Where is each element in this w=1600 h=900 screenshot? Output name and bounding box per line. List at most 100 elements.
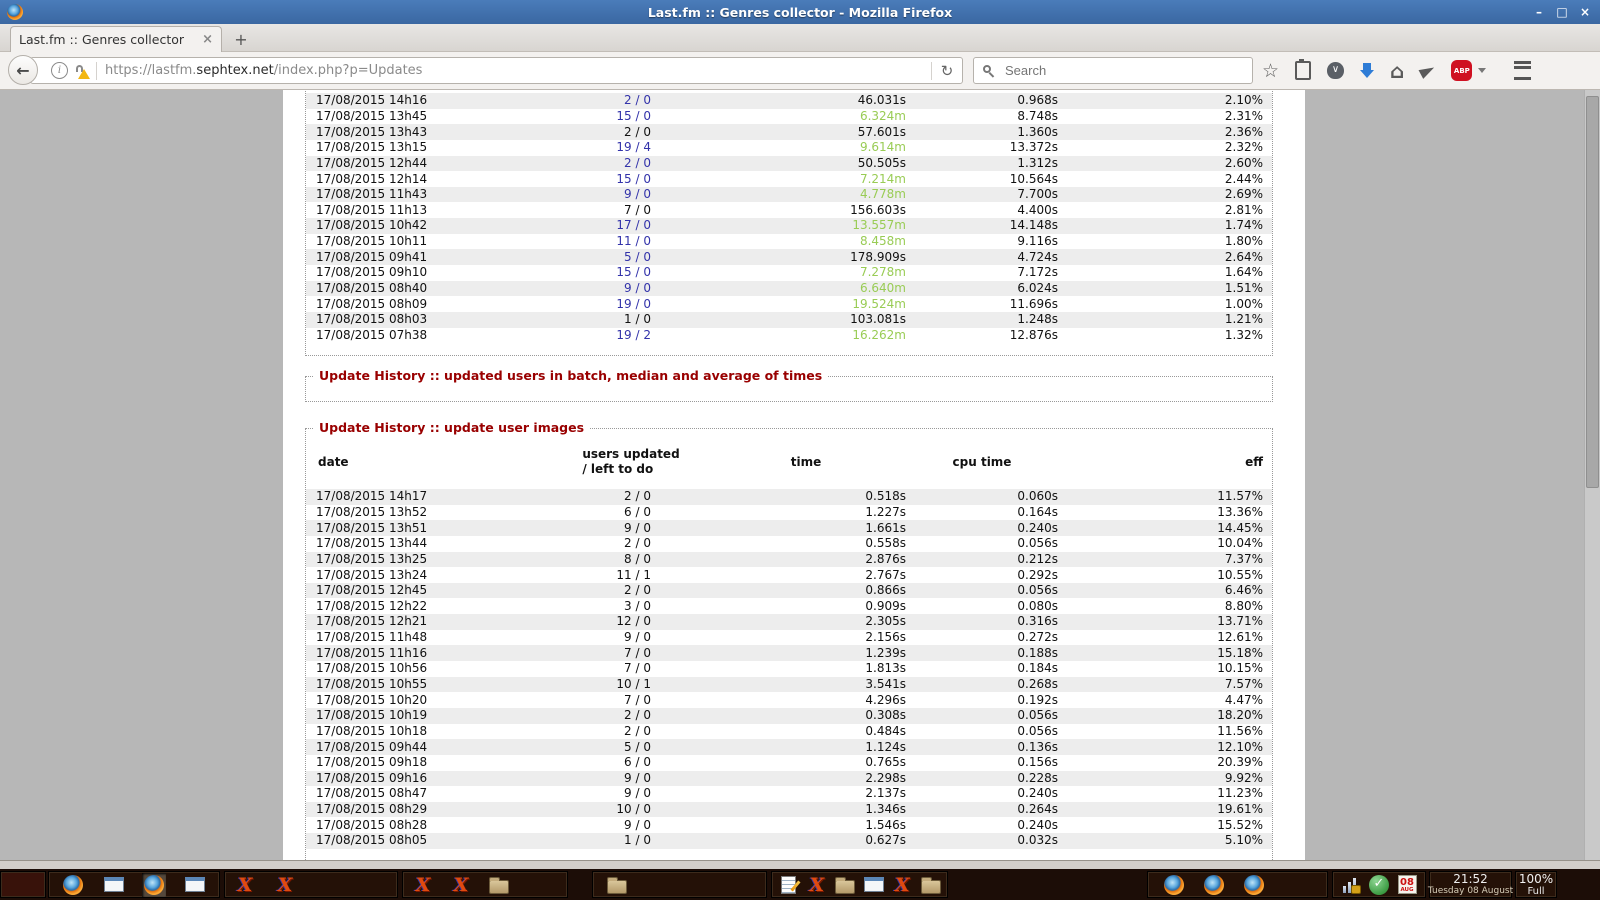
- battery-status: Full: [1527, 886, 1544, 897]
- scrollbar-thumb[interactable]: [1586, 96, 1599, 488]
- cell-cpu: 0.268s: [906, 677, 1058, 693]
- cell-users[interactable]: 19 / 4: [556, 140, 706, 156]
- back-arrow-icon: [16, 61, 29, 80]
- cell-users: 9 / 0: [556, 817, 706, 833]
- bookmark-star-icon[interactable]: [1262, 60, 1279, 82]
- cell-users: 9 / 0: [556, 786, 706, 802]
- cell-users[interactable]: 2 / 0: [556, 156, 706, 172]
- cell-users: 5 / 0: [556, 739, 706, 755]
- cell-users[interactable]: 11 / 0: [556, 234, 706, 250]
- firefox-icon[interactable]: [1202, 873, 1226, 897]
- xterm-icon[interactable]: [233, 873, 257, 897]
- window-icon[interactable]: [183, 873, 207, 897]
- info-icon[interactable]: i: [51, 62, 68, 79]
- cell-cpu: 0.056s: [906, 724, 1058, 740]
- messenger-icon[interactable]: [1367, 873, 1391, 897]
- cell-users[interactable]: 9 / 0: [556, 281, 706, 297]
- window-titlebar[interactable]: Last.fm :: Genres collector - Mozilla Fi…: [0, 0, 1600, 24]
- cell-users[interactable]: 15 / 0: [556, 109, 706, 125]
- close-button[interactable]: ×: [1578, 5, 1592, 19]
- clock-time: 21:52: [1453, 873, 1488, 886]
- cell-users[interactable]: 15 / 0: [556, 265, 706, 281]
- send-tab-icon[interactable]: [1419, 63, 1437, 79]
- cell-users[interactable]: 15 / 0: [556, 171, 706, 187]
- table-row: 17/08/2015 08h0919 / 019.524m11.696s1.00…: [306, 296, 1272, 312]
- cell-users[interactable]: 19 / 2: [556, 328, 706, 344]
- window-icon[interactable]: [862, 873, 886, 897]
- taskbar-group-clock[interactable]: 21:52Tuesday 08 August: [1429, 871, 1512, 898]
- cell-cpu: 0.192s: [906, 692, 1058, 708]
- cell-date: 17/08/2015 09h41: [306, 249, 556, 265]
- home-icon[interactable]: [1390, 59, 1404, 83]
- back-button[interactable]: [8, 55, 38, 85]
- minimize-button[interactable]: –: [1532, 5, 1546, 19]
- table-row: 17/08/2015 08h479 / 02.137s0.240s11.23%: [306, 786, 1272, 802]
- new-tab-button[interactable]: +: [228, 30, 254, 50]
- url-bar[interactable]: i https://lastfm.sephtex.net/index.php?p…: [30, 57, 963, 84]
- search-bar[interactable]: [973, 57, 1253, 84]
- taskbar-group-pager[interactable]: [0, 871, 46, 898]
- adblock-plus-icon[interactable]: ABP: [1451, 60, 1472, 81]
- cell-eff: 14.45%: [1058, 520, 1272, 536]
- url-text[interactable]: https://lastfm.sephtex.net/index.php?p=U…: [105, 63, 931, 78]
- table-row: 17/08/2015 09h169 / 02.298s0.228s9.92%: [306, 771, 1272, 787]
- cell-users[interactable]: 9 / 0: [556, 187, 706, 203]
- cell-users[interactable]: 17 / 0: [556, 218, 706, 234]
- pocket-icon[interactable]: [1327, 62, 1344, 79]
- cell-eff: 15.52%: [1058, 817, 1272, 833]
- search-input[interactable]: [1003, 62, 1227, 79]
- vertical-scrollbar[interactable]: [1584, 90, 1600, 860]
- cell-cpu: 0.968s: [906, 93, 1058, 109]
- firefox-icon[interactable]: [142, 873, 166, 897]
- firefox-icon-glyph: [1164, 875, 1184, 895]
- firefox-icon-glyph: [1244, 875, 1264, 895]
- cell-date: 17/08/2015 13h45: [306, 109, 556, 125]
- firefox-icon[interactable]: [1242, 873, 1266, 897]
- cell-date: 17/08/2015 12h44: [306, 156, 556, 172]
- xterm-icon[interactable]: [449, 873, 473, 897]
- cell-time: 0.308s: [706, 708, 906, 724]
- xterm-icon[interactable]: [273, 873, 297, 897]
- folder-icon[interactable]: [833, 873, 857, 897]
- cell-time: 0.484s: [706, 724, 906, 740]
- hamburger-menu-icon[interactable]: [1514, 61, 1531, 80]
- cell-users[interactable]: 5 / 0: [556, 249, 706, 265]
- xterm-icon[interactable]: [411, 873, 435, 897]
- cell-cpu: 0.228s: [906, 771, 1058, 787]
- chevron-down-icon[interactable]: [1478, 68, 1486, 73]
- calendar-icon[interactable]: 08AUG: [1395, 873, 1419, 897]
- cell-users[interactable]: 2 / 0: [556, 93, 706, 109]
- notepad-icon[interactable]: [776, 873, 800, 897]
- cell-cpu: 0.032s: [906, 833, 1058, 849]
- window-icon[interactable]: [102, 873, 126, 897]
- folder-icon[interactable]: [487, 873, 511, 897]
- cell-date: 17/08/2015 13h24: [306, 567, 556, 583]
- header-time: time: [706, 447, 906, 489]
- cell-eff: 12.61%: [1058, 630, 1272, 646]
- cell-users[interactable]: 19 / 0: [556, 296, 706, 312]
- cell-eff: 2.69%: [1058, 187, 1272, 203]
- reading-list-icon[interactable]: [1295, 61, 1311, 80]
- tab-title: Last.fm :: Genres collector: [19, 32, 196, 47]
- xterm-icon[interactable]: [890, 873, 914, 897]
- cell-cpu: 0.184s: [906, 661, 1058, 677]
- taskbar-group-buttons: [402, 871, 568, 898]
- xterm-icon-glyph: [416, 875, 431, 895]
- tab-genres-collector[interactable]: Last.fm :: Genres collector ×: [10, 26, 222, 52]
- signal-icon[interactable]: [1339, 873, 1363, 897]
- mixed-content-warning-icon[interactable]: [74, 65, 88, 77]
- reload-button[interactable]: [931, 62, 962, 80]
- firefox-icon[interactable]: [61, 873, 85, 897]
- downloads-icon[interactable]: [1360, 63, 1374, 79]
- cell-date: 17/08/2015 12h21: [306, 614, 556, 630]
- table-row: 17/08/2015 10h207 / 04.296s0.192s4.47%: [306, 692, 1272, 708]
- maximize-button[interactable]: □: [1555, 5, 1569, 19]
- cell-eff: 2.64%: [1058, 249, 1272, 265]
- cell-users: 9 / 0: [556, 630, 706, 646]
- xterm-icon[interactable]: [805, 873, 829, 897]
- folder-icon[interactable]: [605, 873, 629, 897]
- folder-icon[interactable]: [919, 873, 943, 897]
- firefox-icon[interactable]: [1162, 873, 1186, 897]
- table-row: 17/08/2015 13h432 / 057.601s1.360s2.36%: [306, 124, 1272, 140]
- tab-close-icon[interactable]: ×: [202, 32, 213, 47]
